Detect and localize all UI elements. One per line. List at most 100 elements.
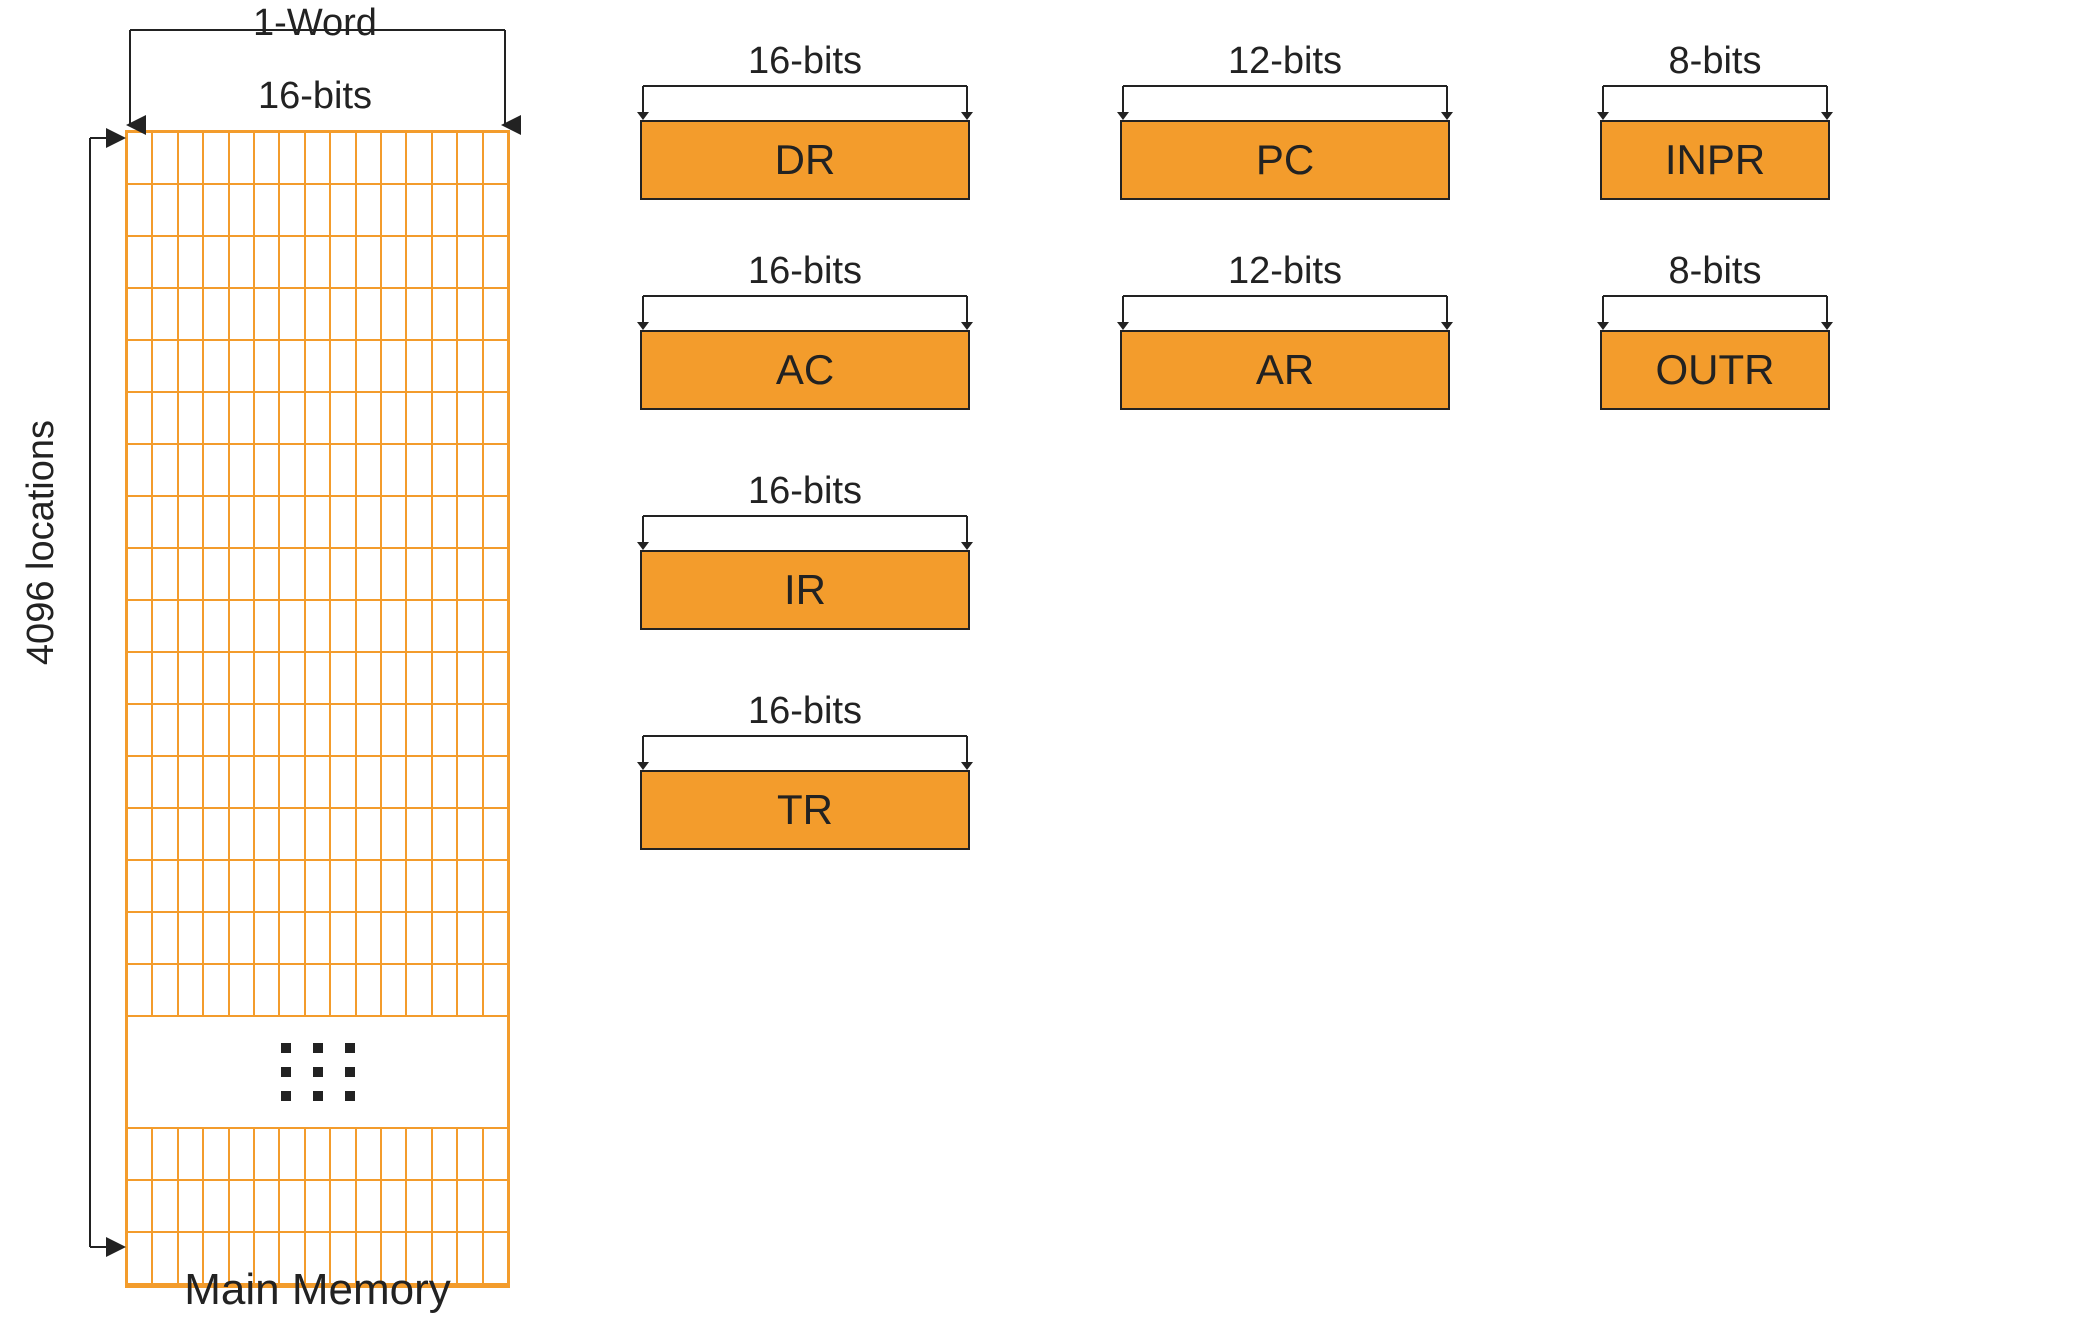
memory-cell [153,237,178,289]
memory-cell [458,133,483,185]
memory-cell [128,913,153,965]
memory-cell [153,913,178,965]
memory-cell [407,445,432,497]
memory-cell [306,289,331,341]
memory-cell [306,1181,331,1233]
memory-cell [280,133,305,185]
memory-cell [230,757,255,809]
memory-cell [357,653,382,705]
memory-cell [382,289,407,341]
memory-cell [407,133,432,185]
memory-cell [407,341,432,393]
memory-cell [458,445,483,497]
memory-cell [407,809,432,861]
memory-cell [458,185,483,237]
memory-cell [433,445,458,497]
memory-cell [204,185,229,237]
memory-row [128,965,507,1017]
memory-cell [204,757,229,809]
memory-height-label: 4096 locations [20,420,63,665]
ir-bits-label: 16-bits [640,470,970,513]
memory-cell [230,809,255,861]
memory-cell [255,809,280,861]
memory-cell [407,601,432,653]
outr-register: OUTR [1600,330,1830,410]
tr-bits-label: 16-bits [640,690,970,733]
memory-cell [331,757,356,809]
memory-cell [458,757,483,809]
memory-cell [382,341,407,393]
memory-cell [357,133,382,185]
memory-cell [433,705,458,757]
memory-row [128,549,507,601]
memory-cell [484,445,507,497]
memory-cell [433,653,458,705]
memory-cell [382,757,407,809]
memory-cell [128,393,153,445]
memory-cell [433,289,458,341]
memory-cell [255,133,280,185]
memory-cell [382,653,407,705]
memory-cell [179,497,204,549]
memory-cell [153,341,178,393]
memory-cell [458,601,483,653]
memory-cell [306,965,331,1017]
memory-cell [357,289,382,341]
dr-bits-label: 16-bits [640,40,970,83]
memory-row [128,133,507,185]
tr-width-arrow [640,732,970,770]
memory-row [128,705,507,757]
memory-cell [204,393,229,445]
memory-cell [331,1129,356,1181]
memory-cell [179,341,204,393]
memory-cell [433,237,458,289]
memory-cell [484,133,507,185]
memory-cell [357,757,382,809]
memory-cell [230,237,255,289]
memory-cell [204,861,229,913]
memory-cell [382,1129,407,1181]
memory-cell [458,705,483,757]
memory-row [128,1181,507,1233]
memory-cell [382,913,407,965]
memory-cell [280,1181,305,1233]
memory-cell [407,861,432,913]
memory-cell [433,913,458,965]
memory-cell [306,497,331,549]
memory-cell [179,861,204,913]
memory-cell [433,393,458,445]
memory-cell [230,133,255,185]
memory-cell [331,133,356,185]
pc-width-arrow [1120,82,1450,120]
memory-cell [484,757,507,809]
memory-cell [484,237,507,289]
memory-cell [357,809,382,861]
memory-cell [357,497,382,549]
memory-cell [331,705,356,757]
memory-row [128,809,507,861]
memory-cell [280,913,305,965]
memory-cell [153,757,178,809]
memory-row [128,757,507,809]
inpr-width-arrow [1600,82,1830,120]
memory-cell [382,705,407,757]
memory-cell [230,185,255,237]
memory-cell [306,757,331,809]
memory-cell [407,497,432,549]
ar-register: AR [1120,330,1450,410]
memory-cell [128,133,153,185]
memory-cell [230,445,255,497]
memory-cell [484,341,507,393]
memory-cell [230,1181,255,1233]
memory-cell [255,445,280,497]
memory-cell [458,497,483,549]
memory-cell [433,601,458,653]
memory-cell [357,185,382,237]
diagram-canvas: 1-Word 16-bits 4096 locations Main Memor… [0,0,2076,1334]
memory-cell [433,497,458,549]
memory-cell [153,133,178,185]
memory-cell [280,809,305,861]
memory-cell [407,289,432,341]
memory-cell [331,1181,356,1233]
memory-cell [153,861,178,913]
